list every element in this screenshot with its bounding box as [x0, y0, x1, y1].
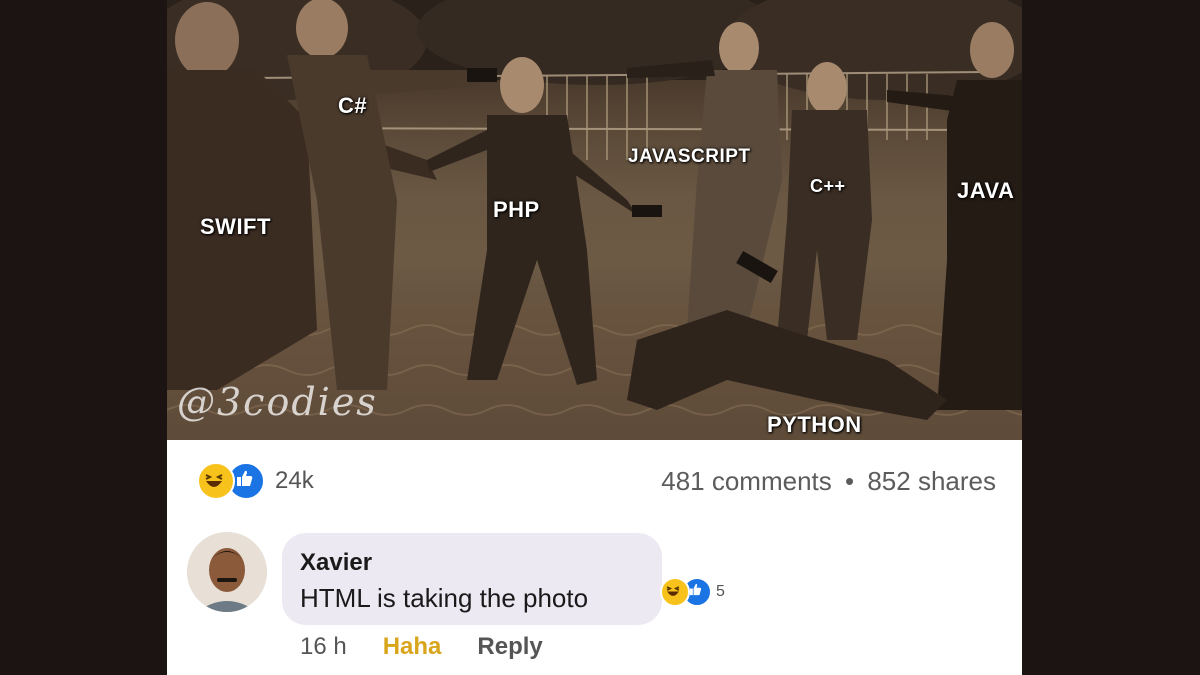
comments-count-link[interactable]: 481 comments [661, 466, 832, 496]
screenshot-canvas: SWIFT C# PHP JAVASCRIPT C++ JAVA PYTHON … [0, 0, 1200, 675]
comment-bubble: Xavier HTML is taking the photo [282, 533, 662, 625]
label-cpp: C++ [810, 176, 846, 196]
label-java: JAVA [957, 178, 1015, 203]
haha-icon [197, 462, 235, 500]
watermark: @3codies [177, 380, 378, 424]
label-swift: SWIFT [200, 214, 271, 239]
haha-icon [660, 577, 690, 607]
post-footer: 24k 481 comments • 852 shares Xavier HTM… [167, 440, 1022, 675]
comment-timestamp[interactable]: 16 h [300, 633, 347, 661]
shares-count-link[interactable]: 852 shares [867, 466, 996, 496]
comment-author[interactable]: Xavier [300, 549, 372, 577]
label-javascript: JAVASCRIPT [628, 146, 751, 167]
haha-reaction-button[interactable]: Haha [383, 633, 442, 661]
meme-photo[interactable]: SWIFT C# PHP JAVASCRIPT C++ JAVA PYTHON … [167, 0, 1022, 440]
reply-button[interactable]: Reply [477, 633, 542, 661]
comment-reactions[interactable]: 5 [660, 577, 725, 607]
label-csharp: C# [338, 93, 368, 118]
comment-reaction-count: 5 [716, 583, 725, 600]
comment-text: HTML is taking the photo [300, 583, 589, 613]
label-php: PHP [493, 197, 540, 222]
label-python: PYTHON [767, 412, 862, 437]
comment-actions: 16 h Haha Reply [300, 633, 543, 661]
avatar[interactable] [187, 532, 267, 612]
post-reactions[interactable]: 24k [197, 462, 314, 500]
post-stats: 481 comments • 852 shares [661, 466, 996, 497]
meme-scene [167, 0, 1022, 440]
reaction-count: 24k [275, 467, 314, 494]
stats-separator: • [845, 466, 855, 496]
